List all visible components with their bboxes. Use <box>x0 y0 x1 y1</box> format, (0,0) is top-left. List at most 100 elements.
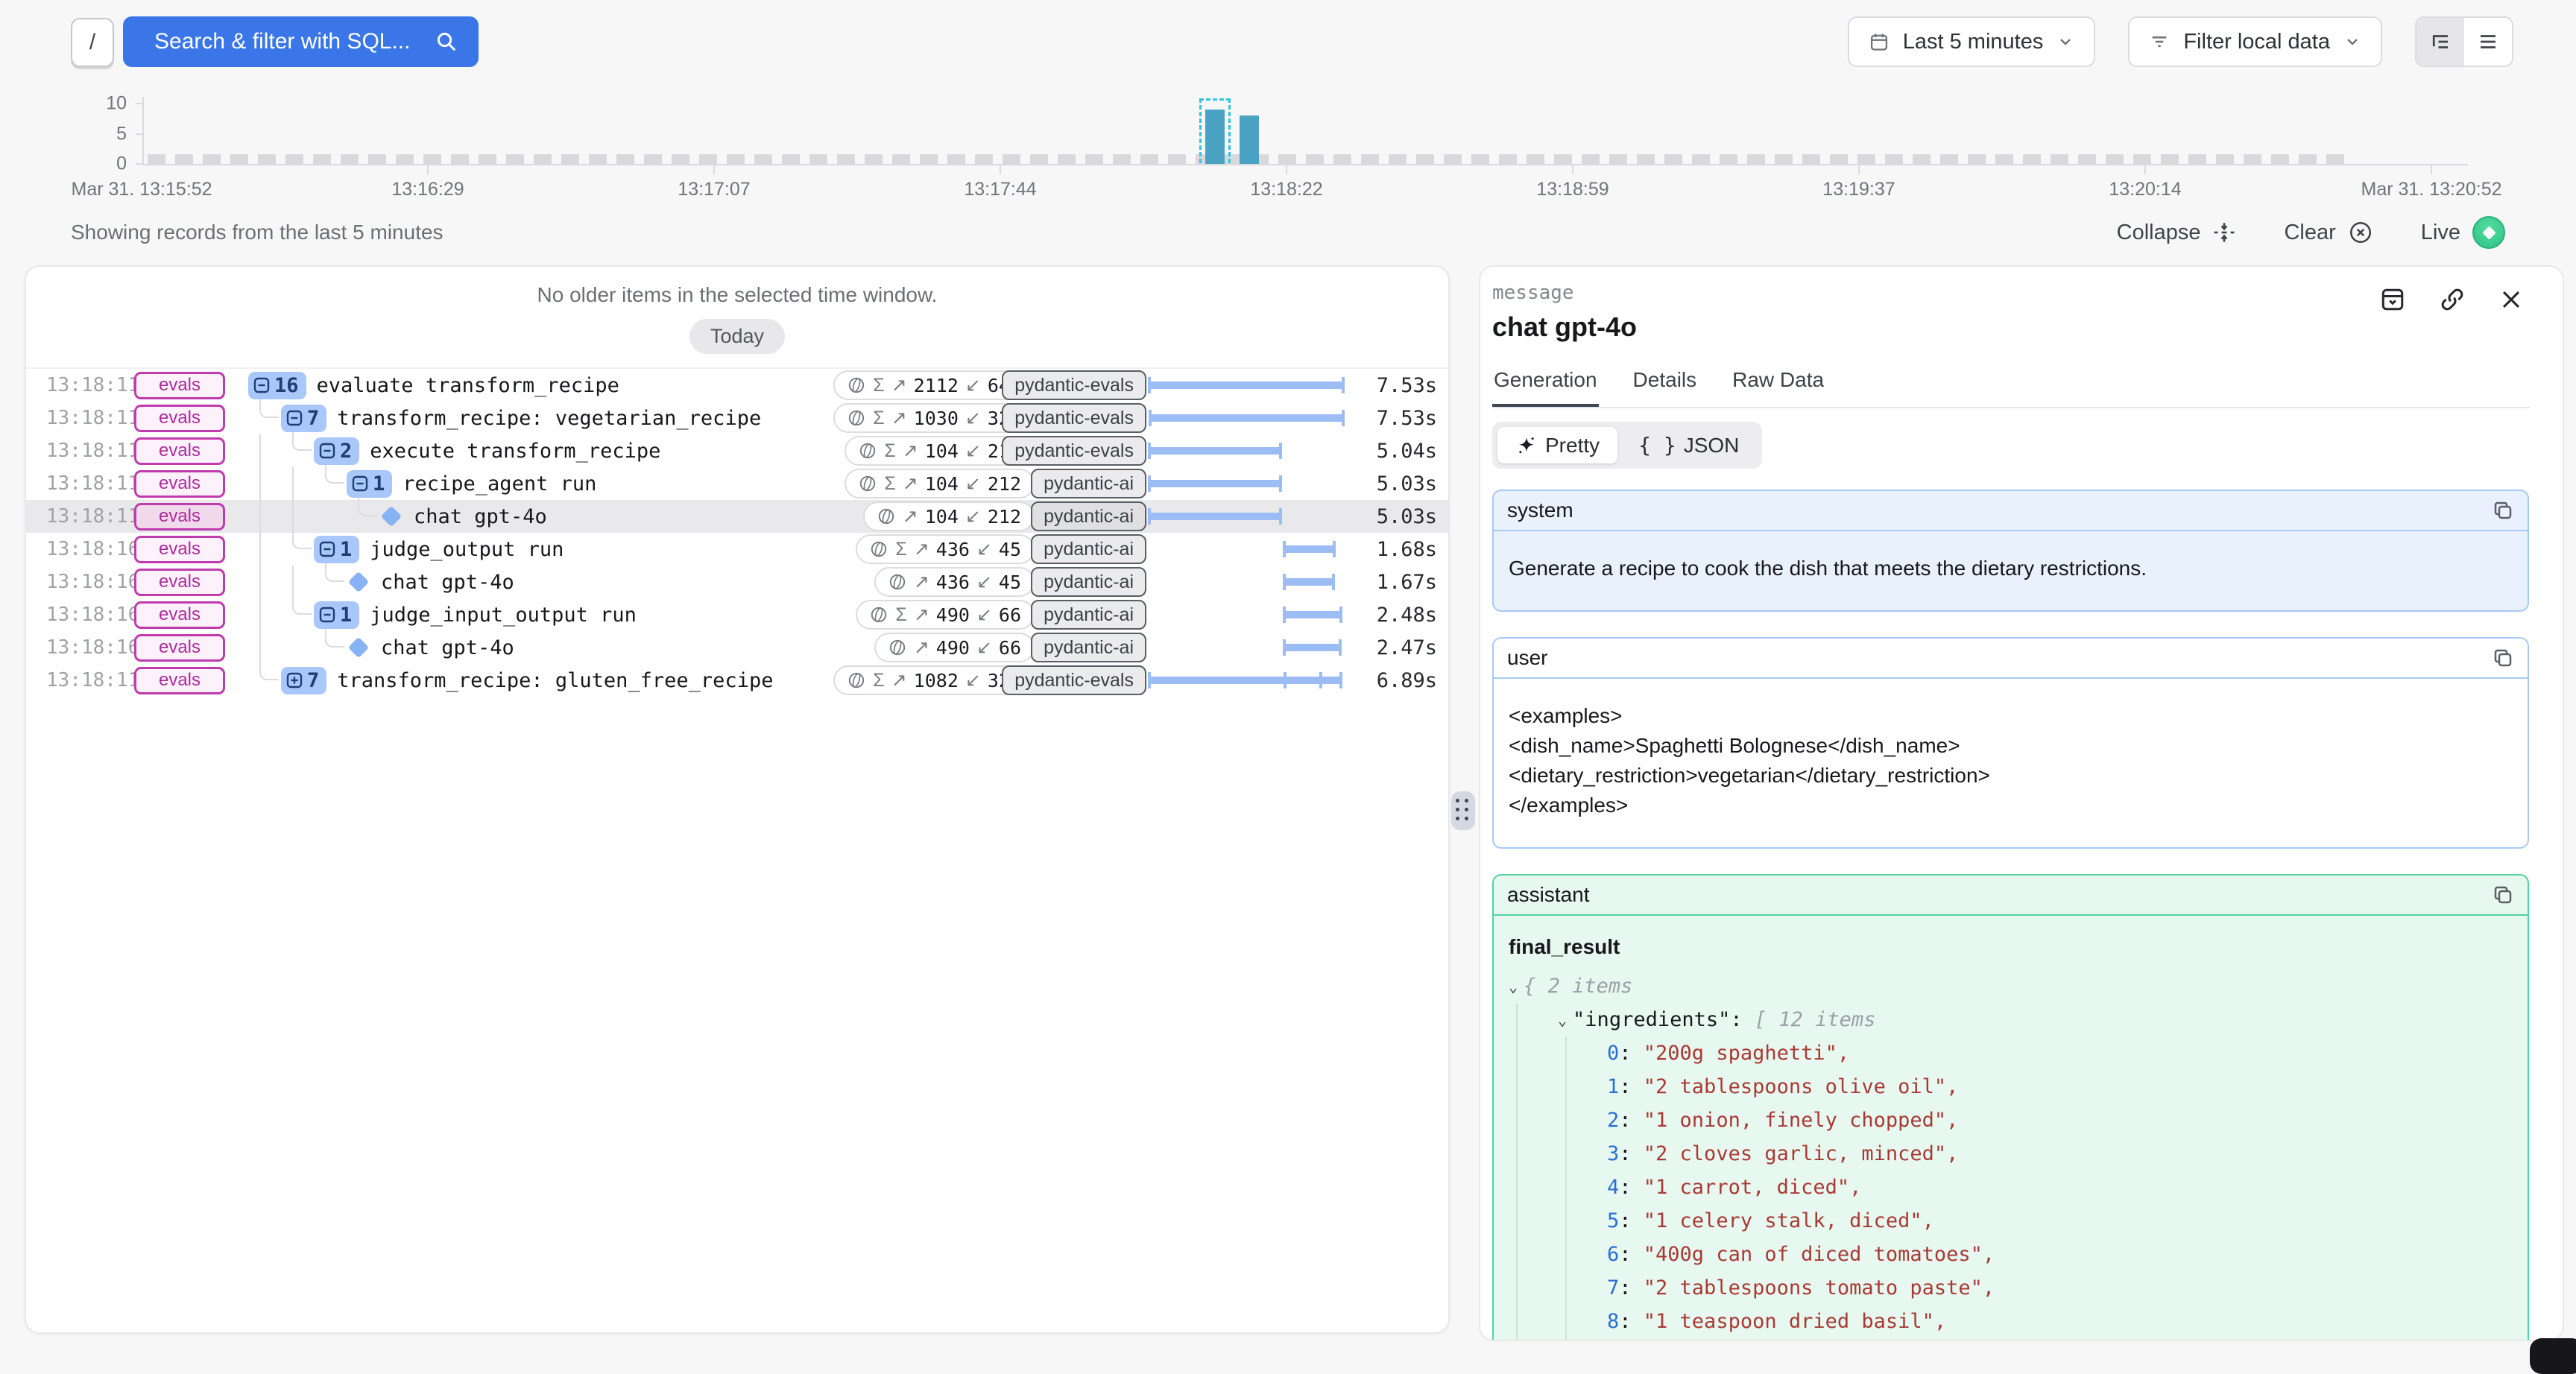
tree-view-toggle[interactable] <box>2416 18 2464 66</box>
copy-message-button[interactable] <box>2492 499 2514 522</box>
topbar-right-controls: Last 5 minutes Filter local data <box>1848 16 2513 67</box>
scope-tag[interactable]: pydantic-evals <box>1002 436 1146 466</box>
collapse-count-badge[interactable]: 1 <box>347 470 392 498</box>
trace-row[interactable]: 13:18:11evals2execute transform_recipeΣ↗… <box>26 434 1448 467</box>
project-badge[interactable]: evals <box>134 372 225 399</box>
filter-local-data-dropdown[interactable]: Filter local data <box>2128 16 2382 67</box>
copy-message-button[interactable] <box>2492 884 2514 906</box>
clear-label: Clear <box>2284 221 2335 245</box>
dock-panel-button[interactable] <box>2379 286 2406 313</box>
collapse-count-badge[interactable]: 7 <box>281 667 326 694</box>
duration-bar-start-cap <box>1148 508 1151 525</box>
tab-details[interactable]: Details <box>1632 368 1699 407</box>
message-list: systemGenerate a recipe to cook the dish… <box>1492 490 2563 1341</box>
scope-tag[interactable]: pydantic-ai <box>1031 469 1146 498</box>
tab-raw-data[interactable]: Raw Data <box>1731 368 1825 407</box>
project-badge[interactable]: evals <box>134 405 225 432</box>
scope-tag[interactable]: pydantic-ai <box>1031 567 1146 597</box>
json-view-button[interactable]: { } JSON <box>1620 427 1757 463</box>
output-tokens-arrow-icon: ↙ <box>965 374 981 396</box>
duration-bar-end-cap <box>1279 443 1282 459</box>
close-panel-button[interactable] <box>2498 287 2524 312</box>
tree-elbow-connector <box>259 664 279 680</box>
duration-bar-track <box>1148 566 1345 598</box>
json-item-string: "1 carrot, diced", <box>1644 1173 1862 1203</box>
chart-bar[interactable] <box>1240 115 1259 164</box>
project-badge[interactable]: evals <box>134 569 225 596</box>
message-body: final_result ⌄{ 2 items⌄"ingredients": [ … <box>1494 916 2528 1341</box>
search-button[interactable]: Search & filter with SQL... <box>123 16 479 67</box>
trace-row[interactable]: 13:18:11evals16evaluate transform_recipe… <box>26 369 1448 402</box>
final-result-label: final_result <box>1509 932 2513 962</box>
json-array-summary: [ 12 items <box>1755 1005 1876 1035</box>
scope-tag[interactable]: pydantic-ai <box>1031 534 1146 564</box>
project-badge[interactable]: evals <box>134 634 225 662</box>
chart-bar[interactable] <box>1205 110 1225 164</box>
list-view-toggle[interactable] <box>2464 18 2512 66</box>
duration-bar-track <box>1148 631 1345 664</box>
pretty-view-button[interactable]: Pretty <box>1497 427 1617 463</box>
panel-resize-handle[interactable] <box>1451 791 1475 830</box>
project-badge[interactable]: evals <box>134 601 225 629</box>
message-line: Generate a recipe to cook the dish that … <box>1509 554 2513 583</box>
clear-button[interactable]: Clear <box>2284 220 2373 245</box>
collapse-chevron-icon[interactable]: ⌄ <box>1509 972 1518 1001</box>
trace-row[interactable]: 13:18:16evalschat gpt-4o↗436↙45pydantic-… <box>26 566 1448 598</box>
input-tokens-arrow-icon: ↗ <box>914 604 929 626</box>
scope-tag[interactable]: pydantic-evals <box>1002 665 1146 695</box>
output-tokens-count: 212 <box>988 506 1021 528</box>
span-name: judge_output run <box>370 538 564 561</box>
span-diamond-icon <box>348 637 369 658</box>
timeline-histogram[interactable]: 1050Mar 31. 13:15:5213:16:2913:17:0713:1… <box>0 88 2576 200</box>
json-tree: ⌄{ 2 items⌄"ingredients": [ 12 items0: "… <box>1509 969 2513 1341</box>
trace-row[interactable]: 13:18:11evalschat gpt-4o↗104↙212pydantic… <box>26 500 1448 533</box>
trace-row[interactable]: 13:18:11evals7transform_recipe: vegetari… <box>26 402 1448 434</box>
collapse-count-badge[interactable]: 7 <box>281 405 326 432</box>
project-badge[interactable]: evals <box>134 437 225 465</box>
project-badge[interactable]: evals <box>134 667 225 694</box>
trace-row[interactable]: 13:18:11evals7transform_recipe: gluten_f… <box>26 664 1448 697</box>
tree-guide-line <box>292 500 294 533</box>
project-badge[interactable]: evals <box>134 503 225 531</box>
scope-tag[interactable]: pydantic-ai <box>1031 501 1146 531</box>
sigma-total-icon: Σ <box>873 670 884 691</box>
sigma-total-icon: Σ <box>873 408 884 429</box>
tab-generation[interactable]: Generation <box>1492 368 1599 407</box>
copy-message-button[interactable] <box>2492 647 2514 669</box>
tree-guide-line <box>259 631 261 664</box>
scope-tag[interactable]: pydantic-ai <box>1031 600 1146 630</box>
scope-tag[interactable]: pydantic-evals <box>1002 370 1146 400</box>
duration-bar-track <box>1148 467 1345 500</box>
json-key-line[interactable]: ⌄"ingredients": [ 12 items <box>1509 1003 2513 1036</box>
project-badge[interactable]: evals <box>134 470 225 498</box>
token-usage-pill: Σ↗490↙66 <box>856 600 1035 630</box>
project-badge[interactable]: evals <box>134 536 225 563</box>
trace-row-timestamp: 13:18:11 <box>46 440 124 462</box>
chart-x-tick <box>1572 165 1573 174</box>
tree-guide-line <box>292 467 294 500</box>
input-tokens-arrow-icon: ↗ <box>891 374 907 396</box>
trace-row[interactable]: 13:18:16evals1judge_output runΣ↗436↙45py… <box>26 533 1448 566</box>
collapse-chevron-icon[interactable]: ⌄ <box>1558 1005 1567 1035</box>
expand-icon <box>286 672 303 688</box>
scope-tag[interactable]: pydantic-evals <box>1002 403 1146 433</box>
collapse-count-badge[interactable]: 1 <box>314 536 359 563</box>
trace-row[interactable]: 13:18:11evals1recipe_agent runΣ↗104↙212p… <box>26 467 1448 500</box>
collapse-count-badge[interactable]: 16 <box>248 372 306 399</box>
collapse-button[interactable]: Collapse <box>2117 221 2237 245</box>
tree-guide-line <box>259 598 261 631</box>
chart-y-tick <box>136 163 142 165</box>
collapse-count-badge[interactable]: 1 <box>314 601 359 629</box>
trace-row[interactable]: 13:18:16evalschat gpt-4o↗490↙66pydantic-… <box>26 631 1448 664</box>
json-array-item: 1: "2 tablespoons olive oil", <box>1509 1070 2513 1104</box>
copy-link-button[interactable] <box>2439 286 2466 313</box>
scope-tag[interactable]: pydantic-ai <box>1031 633 1146 662</box>
trace-row[interactable]: 13:18:16evals1judge_input_output runΣ↗49… <box>26 598 1448 631</box>
collapse-count-badge[interactable]: 2 <box>314 437 359 465</box>
live-toggle[interactable]: Live <box>2421 216 2505 249</box>
json-item-index: 6 <box>1607 1240 1619 1270</box>
tree-indent-guide <box>1565 1036 1567 1341</box>
scrollbar-thumb[interactable] <box>2530 1338 2576 1374</box>
time-range-dropdown[interactable]: Last 5 minutes <box>1848 16 2096 67</box>
json-root-line[interactable]: ⌄{ 2 items <box>1509 969 2513 1003</box>
